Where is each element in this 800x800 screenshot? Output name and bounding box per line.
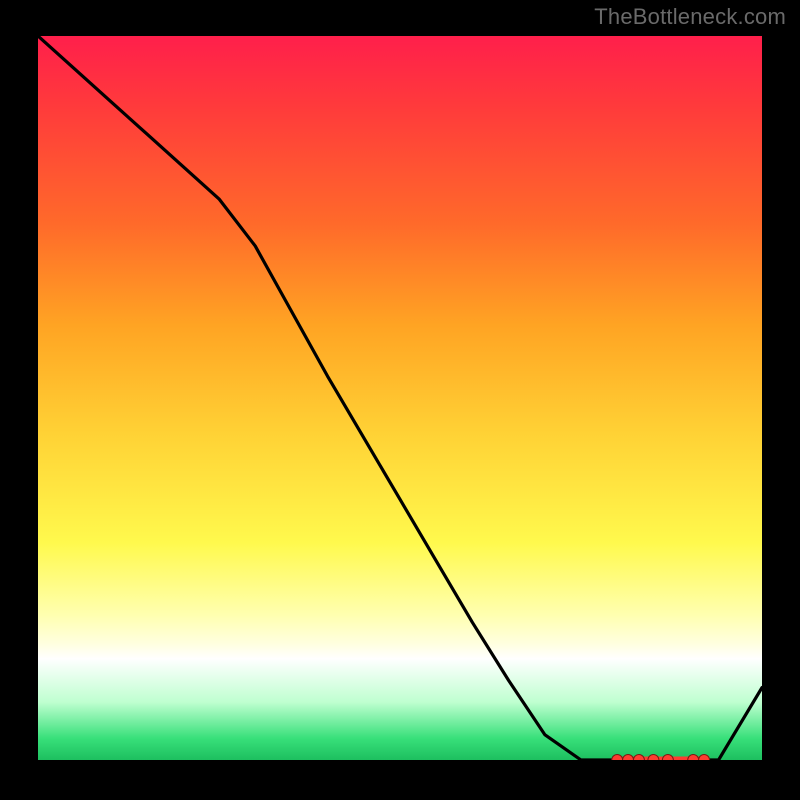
optimum-marker — [623, 755, 634, 761]
plot-area — [38, 36, 762, 760]
optimum-marker — [612, 755, 623, 761]
optimum-marker — [699, 755, 710, 761]
chart-svg — [38, 36, 762, 760]
optimum-markers — [612, 755, 710, 761]
watermark-text: TheBottleneck.com — [594, 4, 786, 30]
optimum-marker — [633, 755, 644, 761]
optimum-marker — [688, 755, 699, 761]
optimum-marker — [648, 755, 659, 761]
chart-frame: TheBottleneck.com — [0, 0, 800, 800]
bottleneck-curve — [38, 36, 762, 760]
optimum-marker — [662, 755, 673, 761]
